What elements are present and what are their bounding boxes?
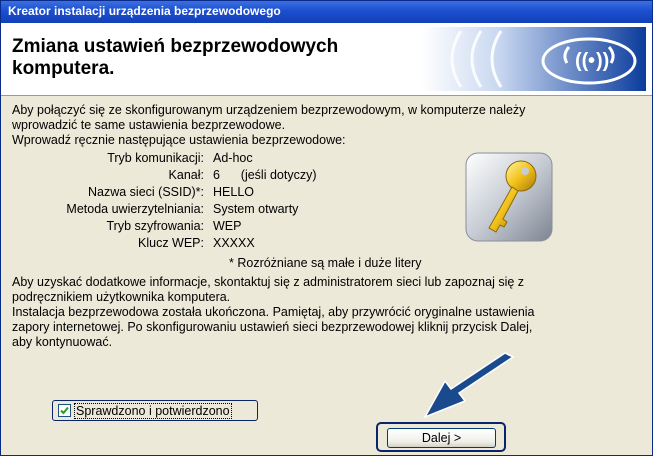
- intro-line2: wprowadzić te same ustawienia bezprzewod…: [12, 118, 286, 132]
- window-title: Kreator instalacji urządzenia bezprzewod…: [8, 4, 281, 18]
- setting-label-mode: Tryb komunikacji:: [107, 151, 204, 165]
- page-heading-line1: Zmiana ustawień bezprzewodowych: [12, 36, 339, 57]
- checkmark-icon: [60, 406, 69, 415]
- setting-value-auth: System otwarty: [213, 202, 299, 216]
- svg-text:•: •: [588, 50, 595, 72]
- page-heading-line2: komputera.: [12, 58, 115, 79]
- setting-value-encryption: WEP: [213, 219, 242, 233]
- setting-label-ssid: Nazwa sieci (SSID)*:: [88, 185, 204, 199]
- setting-value-mode: Ad-hoc: [213, 151, 253, 165]
- setting-label-wep-key: Klucz WEP:: [138, 236, 204, 250]
- next-button-focus-ring: Dalej >: [376, 422, 506, 452]
- wizard-header: Zmiana ustawień bezprzewodowych komputer…: [1, 23, 652, 96]
- setting-label-encryption: Tryb szyfrowania:: [106, 219, 204, 233]
- next-button[interactable]: Dalej >: [387, 428, 496, 448]
- info-line1: Aby uzyskać dodatkowe informacje, skonta…: [12, 275, 525, 289]
- setting-value-channel: 6 (jeśli dotyczy): [213, 168, 317, 182]
- info-line3: Instalacja bezprzewodowa została ukończo…: [12, 305, 535, 319]
- confirm-checkbox[interactable]: [58, 404, 71, 417]
- setting-value-ssid: HELLO: [213, 185, 254, 199]
- setting-value-wep-key: XXXXX: [213, 236, 255, 250]
- svg-text:((: ((: [575, 50, 589, 72]
- case-sensitive-note: * Rozróżniane są małe i duże litery: [229, 256, 422, 270]
- page-heading: Zmiana ustawień bezprzewodowych komputer…: [12, 36, 392, 80]
- confirm-checkbox-group[interactable]: Sprawdzono i potwierdzono: [52, 400, 258, 421]
- info-line2: podręcznikiem użytkownika komputera.: [12, 290, 231, 304]
- key-icon: [465, 152, 553, 242]
- wizard-window: Kreator instalacji urządzenia bezprzewod…: [0, 0, 653, 456]
- intro-line1: Aby połączyć się ze skonfigurowanym urzą…: [12, 103, 526, 117]
- setting-label-auth: Metoda uwierzytelniania:: [66, 202, 204, 216]
- intro-line3: Wprowadź ręcznie następujące ustawienia …: [12, 133, 346, 147]
- wireless-signal-icon: (( • )): [421, 27, 646, 91]
- setting-label-channel: Kanał:: [168, 168, 204, 182]
- title-bar[interactable]: Kreator instalacji urządzenia bezprzewod…: [1, 1, 652, 23]
- confirm-checkbox-label[interactable]: Sprawdzono i potwierdzono: [74, 403, 232, 419]
- svg-text:)): )): [596, 50, 609, 72]
- wizard-content: Aby połączyć się ze skonfigurowanym urzą…: [1, 96, 652, 455]
- info-line4: zapory internetowej. Po skonfigurowaniu …: [12, 320, 533, 334]
- info-line5: aby kontynuować.: [12, 335, 113, 349]
